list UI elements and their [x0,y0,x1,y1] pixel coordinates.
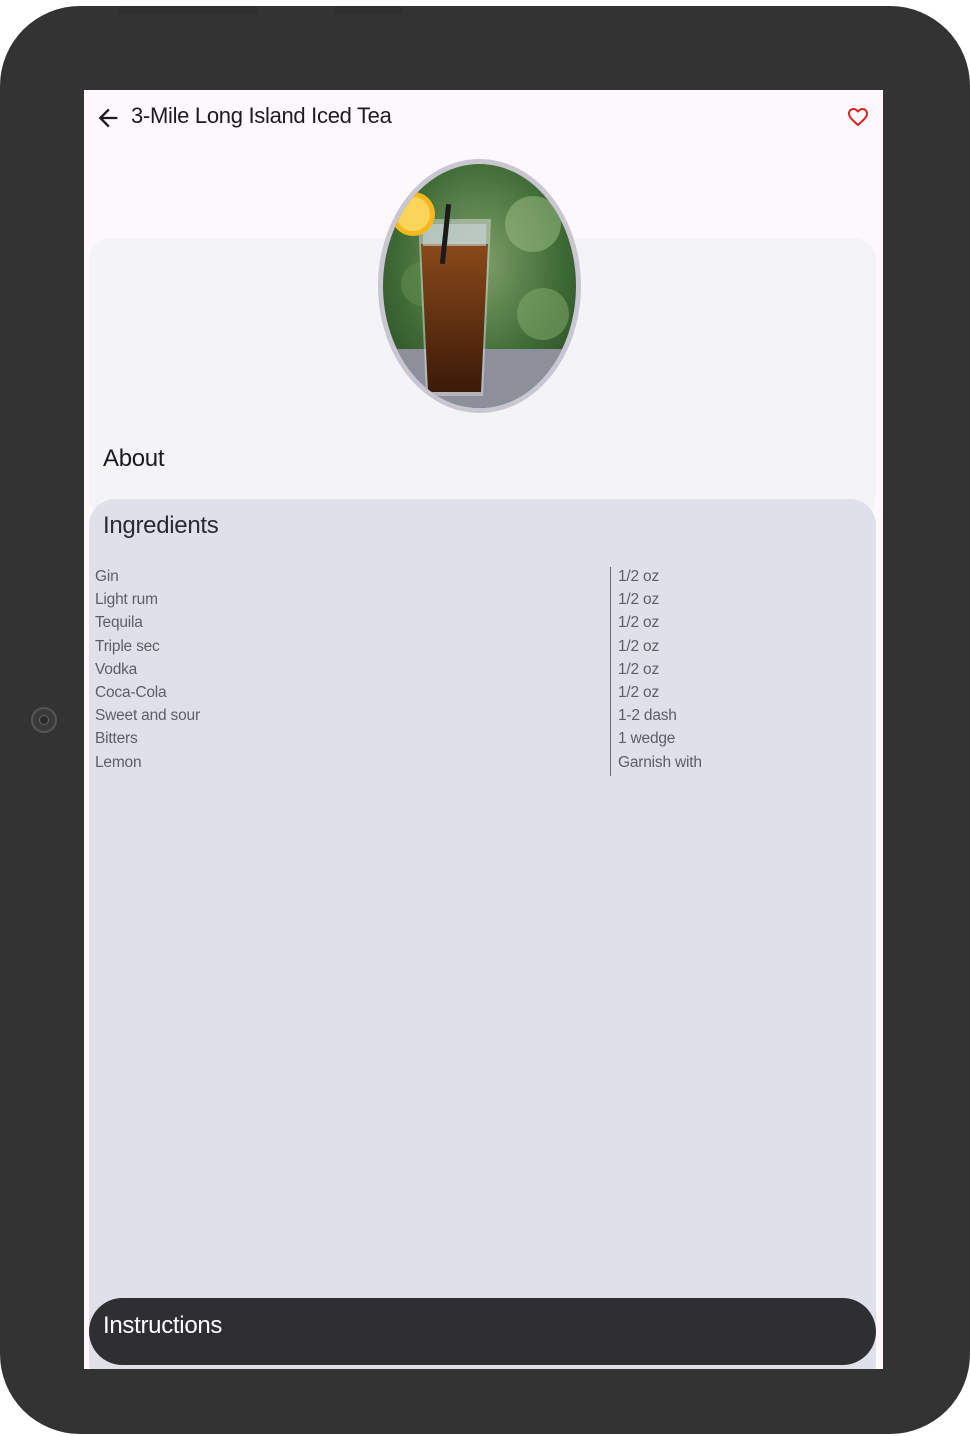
ingredient-measure: Garnish with [618,753,702,771]
app-screen: 3-Mile Long Island Iced Tea About Ingred… [84,90,883,1369]
ingredient-measure: 1/2 oz [618,568,660,585]
drink-photo-graphic [383,164,576,408]
page-title: 3-Mile Long Island Iced Tea [131,103,392,128]
ingredients-heading: Ingredients [103,512,219,539]
about-heading: About [103,445,165,472]
ingredient-measure: 1-2 dash [618,707,677,725]
ingredients-table: Gin 1/2 oz Light rum 1/2 oz Tequila 1/2 … [95,566,875,775]
ingredient-name: Vodka [95,660,138,678]
heart-outline-icon [848,108,868,127]
arrow-back-icon [98,108,118,128]
ingredient-row: Triple sec 1/2 oz [95,636,875,659]
ingredient-measure: 1/2 oz [618,614,660,632]
ingredient-name: Sweet and sour [95,707,200,725]
ingredient-measure: 1/2 oz [618,591,660,609]
instructions-button[interactable]: Instructions [89,1298,876,1365]
top-app-bar: 3-Mile Long Island Iced Tea [84,90,883,146]
ingredient-measure: 1/2 oz [618,660,660,678]
ingredient-row: Coca-Cola 1/2 oz [95,682,875,705]
ingredient-measure: 1/2 oz [618,683,660,701]
favorite-button[interactable] [846,105,870,129]
power-button [118,6,258,14]
ingredient-name: Triple sec [95,637,160,655]
ingredient-name: Gin [95,568,119,585]
ingredient-name: Lemon [95,753,142,771]
ingredient-name: Coca-Cola [95,683,167,701]
volume-button [334,6,403,14]
ingredient-name: Light rum [95,591,158,609]
ingredient-row: Lemon Garnish with [95,752,875,775]
ingredient-measure: 1/2 oz [618,637,660,655]
camera-icon [31,707,57,733]
ingredient-row: Tequila 1/2 oz [95,612,875,635]
ingredient-row: Sweet and sour 1-2 dash [95,705,875,728]
ingredient-row: Gin 1/2 oz [95,566,875,589]
drink-image [378,159,581,413]
tablet-frame: 3-Mile Long Island Iced Tea About Ingred… [0,6,970,1434]
instructions-label: Instructions [103,1312,223,1339]
ingredient-name: Tequila [95,614,143,632]
ingredient-row: Vodka 1/2 oz [95,659,875,682]
column-divider [610,567,611,776]
ingredient-row: Light rum 1/2 oz [95,589,875,612]
ingredient-measure: 1 wedge [618,730,676,748]
back-button[interactable] [94,104,122,132]
ingredient-name: Bitters [95,730,138,748]
ingredient-row: Bitters 1 wedge [95,728,875,751]
